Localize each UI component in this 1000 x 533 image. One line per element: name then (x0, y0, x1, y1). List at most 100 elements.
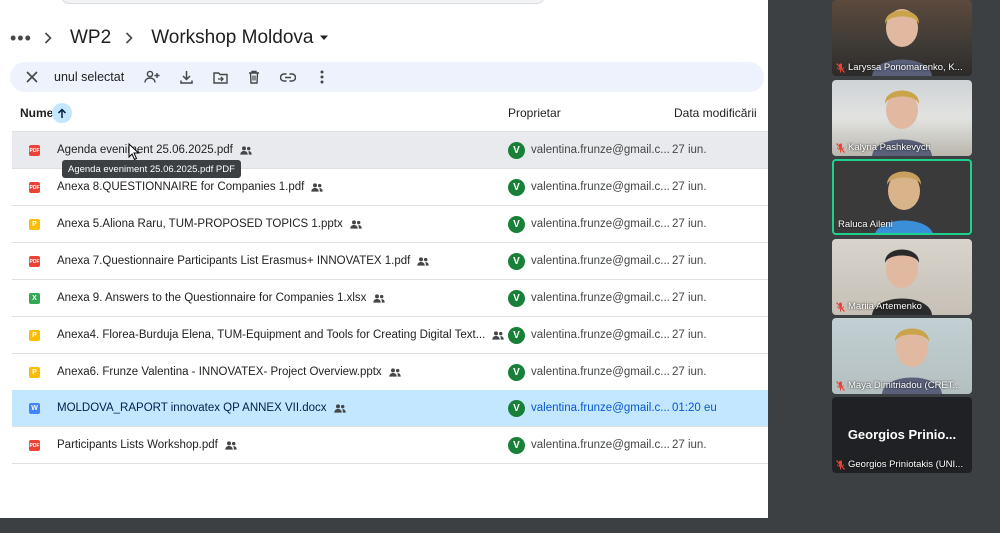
participant-name: Georgios Priniotakis (UNI... (836, 459, 963, 470)
column-header-name[interactable]: Nume (20, 106, 53, 120)
file-name[interactable]: Anexa 7.Questionnaire Participants List … (57, 255, 430, 267)
close-icon[interactable] (18, 63, 46, 91)
breadcrumb-more-button[interactable]: ••• (10, 28, 31, 49)
modified-date: 27 iun. (672, 218, 707, 230)
modified-date: 27 iun. (672, 255, 707, 267)
file-table-header: Nume Proprietar Data modificării (12, 96, 768, 132)
participant-name: Maya Dimitriadou (CRET... (836, 380, 960, 391)
owner-avatar: V (508, 437, 525, 454)
owner-email: valentina.frunze@gmail.c... (531, 366, 670, 378)
modified-date: 27 iun. (672, 366, 707, 378)
shared-people-icon (388, 367, 401, 377)
participant-tile[interactable]: Laryssa Ponomarenko, K... (832, 0, 972, 76)
participant-name: Mariia Artemenko (836, 301, 922, 312)
shared-people-icon (350, 219, 362, 229)
modified-date: 01:20 eu (672, 402, 717, 414)
move-to-folder-icon[interactable] (206, 63, 234, 91)
more-vert-icon[interactable] (308, 63, 336, 91)
sort-ascending-icon[interactable] (52, 103, 72, 123)
modified-date: 27 iun. (672, 292, 707, 304)
owner-avatar: V (508, 327, 525, 344)
participant-tile[interactable]: Georgios Prinio... Georgios Priniotakis (… (832, 397, 972, 473)
table-row[interactable]: X Anexa 9. Answers to the Questionnaire f… (12, 280, 768, 317)
link-icon[interactable] (274, 63, 302, 91)
shared-people-icon (240, 145, 252, 155)
participant-tile[interactable]: Raluca Aileni (832, 159, 972, 235)
mic-off-icon (836, 380, 845, 391)
modified-date: 27 iun. (672, 329, 707, 341)
participant-tile[interactable]: Mariia Artemenko (832, 239, 972, 315)
owner-avatar: V (508, 216, 525, 233)
owner-email: valentina.frunze@gmail.c... (531, 402, 670, 414)
owner-email: valentina.frunze@gmail.c... (531, 255, 670, 267)
owner-email: valentina.frunze@gmail.c... (531, 439, 670, 451)
file-name[interactable]: Anexa 8.QUESTIONNAIRE for Companies 1.pd… (57, 181, 324, 193)
search-bar-edge[interactable] (60, 0, 546, 4)
download-icon[interactable] (172, 63, 200, 91)
owner-email: valentina.frunze@gmail.c... (531, 218, 670, 230)
owner-avatar: V (508, 290, 525, 307)
shared-people-icon (417, 256, 430, 266)
xlsx-file-icon: X (29, 293, 40, 304)
file-name[interactable]: Anexa 5.Aliona Raru, TUM-PROPOSED TOPICS… (57, 218, 362, 230)
column-header-owner[interactable]: Proprietar (508, 106, 561, 120)
table-row[interactable]: P Anexa6. Frunze Valentina - INNOVATEX- P… (12, 354, 768, 391)
file-name[interactable]: Anexa 9. Answers to the Questionnaire fo… (57, 292, 386, 304)
owner-avatar: V (508, 253, 525, 270)
table-row[interactable]: W MOLDOVA_RAPORT innovatex QP ANNEX VII.d… (12, 390, 768, 427)
chevron-right-icon (125, 32, 133, 44)
owner-email: valentina.frunze@gmail.c... (531, 292, 670, 304)
table-row[interactable]: PDF Participants Lists Workshop.pdf Vvalen… (12, 427, 768, 464)
mic-off-icon (836, 62, 845, 73)
breadcrumb: ••• WP2 Workshop Moldova (10, 24, 329, 52)
share-icon[interactable] (138, 63, 166, 91)
participant-initials-name: Georgios Prinio... (847, 427, 957, 442)
shared-people-icon (373, 293, 386, 303)
mic-off-icon (836, 301, 845, 312)
mouse-cursor-icon (128, 143, 140, 161)
pptx-file-icon: P (29, 219, 40, 230)
pdf-file-icon: PDF (29, 182, 40, 193)
mic-off-icon (836, 142, 845, 153)
docx-file-icon: W (29, 403, 40, 414)
file-name[interactable]: Anexa6. Frunze Valentina - INNOVATEX- Pr… (57, 366, 401, 378)
participant-name: Laryssa Ponomarenko, K... (836, 62, 963, 73)
participant-name: Raluca Aileni (838, 219, 893, 230)
participant-tile[interactable]: Kalyna Pashkevych (832, 80, 972, 156)
modified-date: 27 iun. (672, 144, 707, 156)
drive-panel: ••• WP2 Workshop Moldova unul selectat N… (0, 0, 768, 518)
modified-date: 27 iun. (672, 181, 707, 193)
pdf-file-icon: PDF (29, 256, 40, 267)
shared-people-icon (333, 403, 346, 413)
file-name[interactable]: Agenda eveniment 25.06.2025.pdf (57, 144, 252, 156)
pdf-file-icon: PDF (29, 440, 40, 451)
shared-people-icon (225, 440, 237, 450)
table-row[interactable]: PDF Anexa 7.Questionnaire Participants Li… (12, 243, 768, 280)
breadcrumb-item-wp2[interactable]: WP2 (70, 27, 111, 49)
owner-email: valentina.frunze@gmail.c... (531, 144, 670, 156)
file-name[interactable]: Anexa4. Florea-Burduja Elena, TUM-Equipm… (57, 329, 504, 341)
file-tooltip: Agenda eveniment 25.06.2025.pdf PDF (62, 160, 241, 178)
owner-avatar: V (508, 142, 525, 159)
file-name[interactable]: Participants Lists Workshop.pdf (57, 439, 237, 451)
shared-people-icon (311, 182, 324, 192)
participant-name: Kalyna Pashkevych (836, 142, 931, 153)
selection-count: unul selectat (54, 70, 125, 84)
mic-off-icon (836, 459, 845, 470)
column-header-modified[interactable]: Data modificării (674, 106, 757, 120)
owner-email: valentina.frunze@gmail.c... (531, 329, 670, 341)
owner-avatar: V (508, 400, 525, 417)
modified-date: 27 iun. (672, 439, 707, 451)
file-name[interactable]: MOLDOVA_RAPORT innovatex QP ANNEX VII.do… (57, 402, 346, 414)
owner-avatar: V (508, 364, 525, 381)
pdf-file-icon: PDF (29, 145, 40, 156)
trash-icon[interactable] (240, 63, 268, 91)
table-row[interactable]: P Anexa 5.Aliona Raru, TUM-PROPOSED TOPIC… (12, 206, 768, 243)
table-row[interactable]: P Anexa4. Florea-Burduja Elena, TUM-Equip… (12, 317, 768, 354)
pptx-file-icon: P (29, 367, 40, 378)
owner-avatar: V (508, 179, 525, 196)
breadcrumb-item-current[interactable]: Workshop Moldova (151, 27, 313, 49)
owner-email: valentina.frunze@gmail.c... (531, 181, 670, 193)
participant-tile[interactable]: Maya Dimitriadou (CRET... (832, 318, 972, 394)
dropdown-caret-icon[interactable] (319, 35, 329, 41)
